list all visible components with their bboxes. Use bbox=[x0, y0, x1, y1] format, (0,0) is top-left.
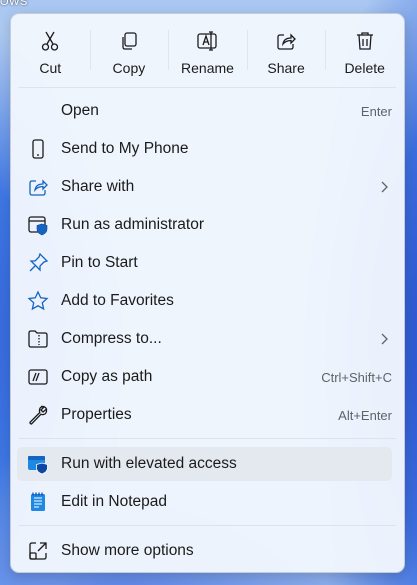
menu-divider bbox=[19, 438, 396, 439]
menu-item-label: Show more options bbox=[61, 542, 194, 559]
more-options-icon bbox=[29, 542, 47, 560]
rename-button[interactable]: Rename bbox=[168, 14, 247, 88]
desktop-background-text: OWS bbox=[0, 0, 28, 8]
menu-item-shortcut: Alt+Enter bbox=[338, 407, 392, 423]
rename-label: Rename bbox=[181, 60, 234, 76]
menu-item-label: Send to My Phone bbox=[61, 140, 189, 157]
pin-icon bbox=[29, 252, 49, 272]
elevated-access-icon bbox=[28, 456, 48, 475]
cut-button[interactable]: Cut bbox=[11, 14, 90, 88]
path-icon bbox=[28, 369, 48, 385]
menu-item-add-to-favorites[interactable]: Add to Favorites bbox=[17, 284, 392, 318]
toolbar-divider bbox=[19, 87, 396, 88]
menu-item-copy-as-path[interactable]: Copy as path Ctrl+Shift+C bbox=[17, 360, 392, 394]
scissors-icon bbox=[42, 31, 59, 51]
menu-item-label: Add to Favorites bbox=[61, 292, 174, 309]
star-icon bbox=[27, 290, 49, 311]
menu-item-label: Open bbox=[61, 102, 99, 119]
share-button[interactable]: Share bbox=[246, 14, 326, 88]
menu-item-show-more-options[interactable]: Show more options bbox=[17, 534, 392, 568]
notepad-icon bbox=[31, 492, 45, 511]
menu-item-label: Run with elevated access bbox=[61, 455, 237, 472]
menu-item-send-to-my-phone[interactable]: Send to My Phone bbox=[17, 132, 392, 166]
menu-item-label: Copy as path bbox=[61, 368, 153, 385]
copy-label: Copy bbox=[112, 60, 146, 76]
chevron-right-icon bbox=[381, 333, 388, 345]
admin-shield-icon bbox=[28, 216, 48, 236]
menu-item-label: Compress to... bbox=[61, 330, 162, 347]
menu-item-edit-in-notepad[interactable]: Edit in Notepad bbox=[17, 485, 392, 519]
context-menu: Cut Copy Rename Share Delete Open Enter … bbox=[10, 13, 405, 573]
context-menu-toolbar: Cut Copy Rename Share Delete bbox=[11, 14, 404, 88]
menu-item-open[interactable]: Open Enter bbox=[17, 94, 392, 128]
copy-icon bbox=[122, 32, 137, 50]
delete-label: Delete bbox=[344, 60, 385, 76]
menu-item-share-with[interactable]: Share with bbox=[17, 170, 392, 204]
zip-folder-icon bbox=[28, 330, 48, 348]
menu-item-properties[interactable]: Properties Alt+Enter bbox=[17, 398, 392, 432]
phone-icon bbox=[32, 139, 44, 159]
share-with-icon bbox=[29, 179, 48, 196]
rename-icon bbox=[197, 31, 218, 51]
delete-button[interactable]: Delete bbox=[325, 14, 404, 88]
menu-item-label: Run as administrator bbox=[61, 216, 205, 233]
cut-label: Cut bbox=[39, 60, 62, 76]
menu-item-label: Pin to Start bbox=[61, 254, 138, 271]
menu-item-label: Properties bbox=[61, 406, 132, 423]
share-icon bbox=[277, 33, 296, 50]
menu-item-shortcut: Enter bbox=[360, 103, 392, 119]
trash-icon bbox=[356, 32, 373, 50]
menu-item-run-with-elevated-access[interactable]: Run with elevated access bbox=[17, 447, 392, 481]
menu-divider bbox=[19, 525, 396, 526]
menu-item-pin-to-start[interactable]: Pin to Start bbox=[17, 246, 392, 280]
wrench-icon bbox=[29, 405, 48, 425]
copy-button[interactable]: Copy bbox=[89, 14, 169, 88]
menu-item-label: Share with bbox=[61, 178, 135, 195]
menu-item-label: Edit in Notepad bbox=[61, 493, 167, 510]
chevron-right-icon bbox=[381, 181, 388, 193]
menu-item-compress-to[interactable]: Compress to... bbox=[17, 322, 392, 356]
menu-item-shortcut: Ctrl+Shift+C bbox=[321, 369, 392, 385]
share-label: Share bbox=[267, 60, 305, 76]
menu-item-run-as-administrator[interactable]: Run as administrator bbox=[17, 208, 392, 242]
